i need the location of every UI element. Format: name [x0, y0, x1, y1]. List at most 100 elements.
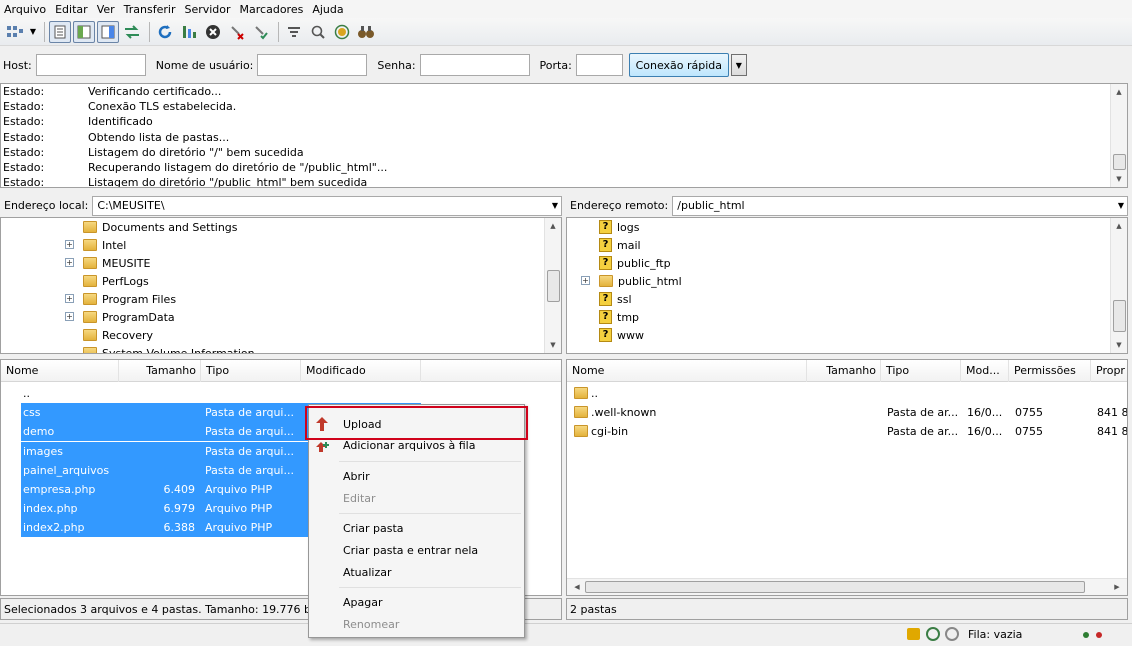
file-name: empresa.php	[23, 483, 96, 496]
quickconnect-button[interactable]: Conexão rápida	[628, 53, 729, 77]
file-name-cell: images	[21, 441, 119, 461]
menu-create-folder-enter[interactable]: Criar pasta e entrar nela	[343, 541, 478, 561]
tree-item[interactable]: + MEUSITE	[65, 254, 150, 272]
chevron-down-icon[interactable]: ▼	[552, 197, 558, 215]
scroll-up-icon[interactable]: ▲	[1111, 218, 1127, 234]
scroll-down-icon[interactable]: ▼	[1111, 171, 1127, 187]
tree-item[interactable]: + public_html	[581, 272, 682, 290]
scroll-down-icon[interactable]: ▼	[545, 337, 561, 353]
scroll-right-icon[interactable]: ▶	[1109, 579, 1125, 595]
menu-ver[interactable]: Ver	[97, 3, 115, 16]
expand-icon[interactable]: +	[65, 258, 74, 267]
quickconnect-dropdown-icon[interactable]: ▼	[730, 54, 747, 76]
disconnect-icon[interactable]	[226, 21, 248, 43]
menu-arquivo[interactable]: Arquivo	[4, 3, 46, 16]
tree-item[interactable]: ? tmp	[599, 308, 639, 326]
cancel-icon[interactable]	[202, 21, 224, 43]
file-owner: 841 84	[1097, 406, 1128, 420]
scroll-thumb[interactable]	[585, 581, 1085, 593]
toggle-log-icon[interactable]	[49, 20, 71, 43]
transfer-queue-icon[interactable]	[121, 21, 143, 43]
scroll-up-icon[interactable]: ▲	[545, 218, 561, 234]
folder-icon	[574, 425, 588, 438]
expand-icon[interactable]: +	[581, 276, 590, 285]
scroll-thumb[interactable]	[1113, 154, 1126, 170]
tree-item[interactable]: + ProgramData	[65, 308, 175, 326]
status-bar: Fila: vazia	[0, 623, 1132, 646]
host-input[interactable]	[35, 54, 146, 76]
scroll-left-icon[interactable]: ◀	[569, 579, 585, 595]
tree-item[interactable]: ? public_ftp	[599, 254, 671, 272]
remote-address-input[interactable]: /public_html ▼	[672, 196, 1128, 216]
compare-icon[interactable]	[307, 21, 329, 43]
menu-refresh[interactable]: Atualizar	[343, 563, 392, 583]
tree-item[interactable]: Recovery	[83, 326, 153, 344]
tree-item[interactable]: PerfLogs	[83, 272, 149, 290]
scroll-thumb[interactable]	[547, 270, 560, 302]
log-scrollbar[interactable]: ▲ ▼	[1110, 84, 1127, 187]
table-row[interactable]: .well-known Pasta de ar... 16/0... 0755 841 …	[567, 403, 1127, 422]
log-message: Obtendo lista de pastas...	[88, 130, 230, 144]
menu-transferir[interactable]: Transferir	[124, 3, 176, 16]
process-queue-icon[interactable]	[178, 21, 200, 43]
menu-delete[interactable]: Apagar	[343, 593, 383, 613]
local-address-input[interactable]: C:\MEUSITE\ ▼	[92, 196, 562, 216]
toggle-local-tree-icon[interactable]	[73, 20, 95, 43]
column-name[interactable]: Nome	[567, 360, 807, 382]
menu-ajuda[interactable]: Ajuda	[312, 3, 343, 16]
file-name: css	[23, 406, 41, 420]
menu-create-folder[interactable]: Criar pasta	[343, 519, 404, 539]
file-type: Pasta de ar...	[887, 425, 959, 439]
filter-icon[interactable]	[283, 21, 305, 43]
tree-item[interactable]: + Program Files	[65, 290, 176, 308]
file-name: demo	[23, 425, 55, 439]
scroll-up-icon[interactable]: ▲	[1111, 84, 1127, 100]
site-manager-icon[interactable]	[4, 21, 26, 43]
column-size[interactable]: Tamanho	[807, 360, 881, 382]
column-type[interactable]: Tipo	[881, 360, 961, 382]
tree-item[interactable]: + Intel	[65, 236, 126, 254]
host-label: Host:	[3, 58, 32, 72]
tree-item[interactable]: ? ssl	[599, 290, 632, 308]
menu-open[interactable]: Abrir	[343, 467, 370, 487]
column-permissions[interactable]: Permissões	[1009, 360, 1091, 382]
username-input[interactable]	[257, 54, 368, 76]
expand-icon[interactable]: +	[65, 294, 74, 303]
table-row[interactable]: ..	[567, 384, 1127, 403]
sync-browsing-icon[interactable]	[331, 21, 353, 43]
port-input[interactable]	[575, 54, 623, 76]
column-type[interactable]: Tipo	[201, 360, 301, 382]
menu-editar[interactable]: Editar	[55, 3, 88, 16]
refresh-icon[interactable]	[154, 21, 176, 43]
tree-item[interactable]: ? mail	[599, 236, 641, 254]
column-owner[interactable]: Propr	[1091, 360, 1127, 382]
menu-marcadores[interactable]: Marcadores	[240, 3, 304, 16]
table-row[interactable]: ..	[1, 384, 561, 403]
password-input[interactable]	[419, 54, 530, 76]
column-modified[interactable]: Mod...	[961, 360, 1009, 382]
column-size[interactable]: Tamanho	[119, 360, 201, 382]
local-tree-scrollbar[interactable]: ▲ ▼	[544, 218, 561, 353]
site-manager-dropdown-icon[interactable]: ▼	[28, 21, 38, 43]
search-binoculars-icon[interactable]	[355, 21, 377, 43]
chevron-down-icon[interactable]: ▼	[1118, 197, 1124, 215]
remote-tree-scrollbar[interactable]: ▲ ▼	[1110, 218, 1127, 353]
log-message: Verificando certificado...	[88, 85, 222, 98]
remote-list-hscrollbar[interactable]: ◀ ▶	[567, 578, 1127, 595]
column-modified[interactable]: Modificado	[301, 360, 421, 382]
tree-item[interactable]: System Volume Information	[83, 344, 255, 353]
reconnect-icon[interactable]	[250, 21, 272, 43]
toggle-remote-tree-icon[interactable]	[97, 20, 119, 43]
tree-item[interactable]: ? www	[599, 326, 644, 344]
scroll-down-icon[interactable]: ▼	[1111, 337, 1127, 353]
table-row[interactable]: cgi-bin Pasta de ar... 16/0... 0755 841 84	[567, 422, 1127, 441]
scroll-thumb[interactable]	[1113, 300, 1126, 332]
speed-limit-icon[interactable]	[926, 627, 940, 641]
menu-separator	[339, 461, 521, 462]
column-name[interactable]: Nome	[1, 360, 119, 382]
expand-icon[interactable]: +	[65, 240, 74, 249]
menu-servidor[interactable]: Servidor	[184, 3, 230, 16]
tree-item[interactable]: ? logs	[599, 218, 640, 236]
expand-icon[interactable]: +	[65, 312, 74, 321]
tree-item[interactable]: Documents and Settings	[83, 218, 238, 236]
